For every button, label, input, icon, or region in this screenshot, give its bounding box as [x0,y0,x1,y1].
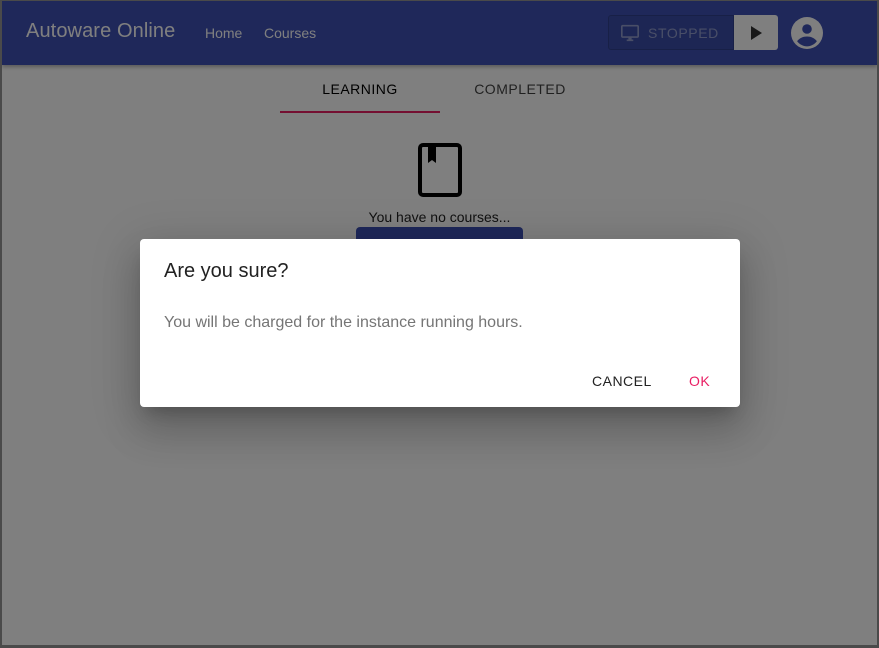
app-window: Autoware Online Home Courses STOPPED [0,0,879,648]
ok-button[interactable]: OK [689,367,710,395]
cancel-button[interactable]: CANCEL [592,367,652,395]
confirm-dialog: Are you sure? You will be charged for th… [140,239,740,407]
dialog-message: You will be charged for the instance run… [164,314,523,331]
dialog-title: Are you sure? [164,260,289,282]
